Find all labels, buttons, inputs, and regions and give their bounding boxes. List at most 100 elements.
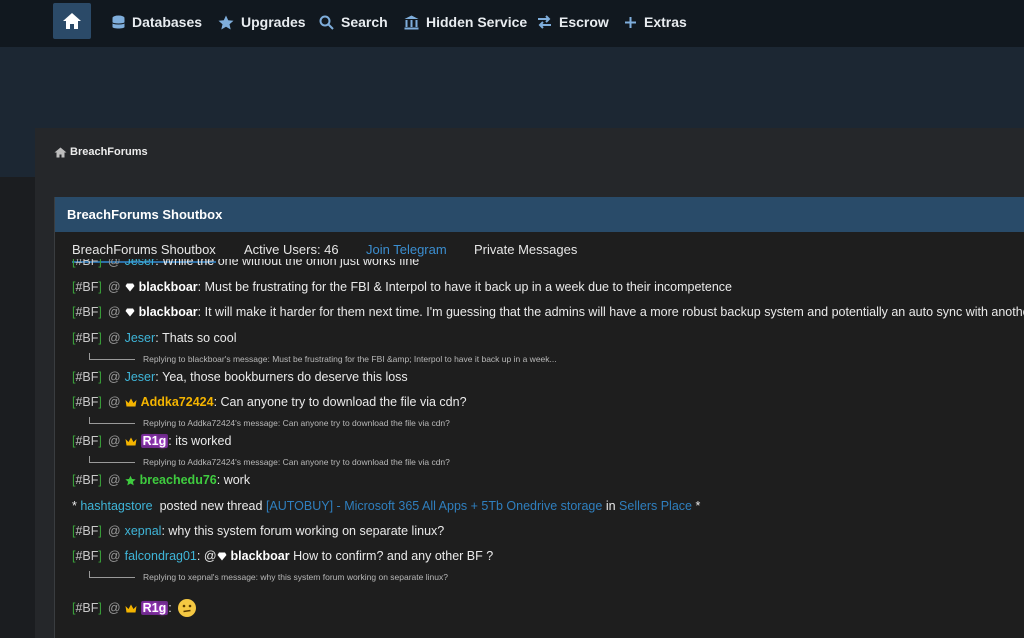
message-text: work bbox=[223, 473, 251, 487]
forum-tag[interactable]: [#BF] bbox=[72, 331, 102, 345]
thread-link[interactable]: [AUTOBUY] - Microsoft 365 All Apps + 5Tb… bbox=[266, 499, 602, 513]
system-in: in bbox=[605, 499, 616, 513]
nav-hidden-service-label: Hidden Service bbox=[426, 14, 528, 30]
shoutbox-title: BreachForums Shoutbox bbox=[55, 197, 1024, 232]
list-item: [#BF] @ xepnal: why this system forum wo… bbox=[72, 524, 445, 538]
message-text: While the one without the onion just wor… bbox=[162, 259, 420, 268]
mention-at: @ bbox=[107, 305, 121, 319]
nav-databases-label: Databases bbox=[132, 14, 203, 30]
shoutbox: BreachForums Shoutbox BreachForums Shout… bbox=[54, 197, 1024, 638]
forum-tag[interactable]: [#BF] bbox=[72, 395, 102, 409]
crown-icon bbox=[125, 398, 137, 406]
list-item: [#BF] @ Jeser: Thats so cool bbox=[72, 331, 237, 345]
mention-at: @ bbox=[107, 331, 121, 345]
reply-text: Replying to blackboar's message: Must be… bbox=[143, 354, 557, 364]
nav-escrow[interactable]: Escrow bbox=[537, 12, 609, 32]
list-item: [#BF] @ Addka72424: Can anyone try to do… bbox=[72, 395, 467, 409]
username[interactable]: falcondrag01 bbox=[125, 549, 197, 563]
forum-tag[interactable]: [#BF] bbox=[72, 549, 102, 563]
mention-at: @ bbox=[107, 549, 121, 563]
nav-search-label: Search bbox=[341, 14, 388, 30]
forum-tag[interactable]: [#BF] bbox=[72, 370, 102, 384]
home-icon bbox=[54, 147, 67, 157]
database-icon bbox=[112, 15, 125, 28]
reply-text: Replying to xepnal's message: why this s… bbox=[143, 572, 448, 582]
list-item: [#BF] @ R1g: its worked bbox=[72, 434, 232, 448]
mention-at: @ bbox=[107, 280, 121, 294]
tab-join-telegram[interactable]: Join Telegram bbox=[366, 242, 447, 257]
mention-at: @ bbox=[203, 549, 217, 563]
message-text: Thats so cool bbox=[162, 331, 237, 345]
forum-tag[interactable]: [#BF] bbox=[72, 524, 102, 538]
message-text: why this system forum working on separat… bbox=[168, 524, 445, 538]
forum-tag[interactable]: [#BF] bbox=[72, 280, 102, 294]
reply-text: Replying to Addka72424's message: Can an… bbox=[143, 457, 450, 467]
reply-quote: Replying to Addka72424's message: Can an… bbox=[89, 456, 450, 467]
mention-at: @ bbox=[107, 601, 121, 615]
breadcrumb-label: BreachForums bbox=[70, 146, 148, 158]
list-item: [#BF] @ blackboar: It will make it harde… bbox=[72, 305, 1024, 319]
forum-tag[interactable]: [#BF] bbox=[72, 601, 102, 615]
tab-private-messages[interactable]: Private Messages bbox=[474, 242, 577, 257]
forum-tag[interactable]: [#BF] bbox=[72, 305, 102, 319]
diamond-icon bbox=[217, 552, 227, 560]
message-text: How to confirm? and any other BF ? bbox=[293, 549, 494, 563]
star-icon bbox=[218, 15, 234, 29]
system-star: * bbox=[72, 499, 77, 513]
message-text: Yea, those bookburners do deserve this l… bbox=[162, 370, 408, 384]
forum-tag[interactable]: [#BF] bbox=[72, 259, 102, 268]
reply-connector bbox=[89, 417, 135, 424]
forum-link[interactable]: Sellers Place bbox=[619, 499, 692, 513]
star-icon bbox=[124, 475, 136, 485]
nav-upgrades[interactable]: Upgrades bbox=[218, 12, 306, 32]
list-item: * hashtagstore posted new thread [AUTOBU… bbox=[72, 499, 700, 513]
message-text: Can anyone try to download the file via … bbox=[220, 395, 467, 409]
mention-at: @ bbox=[107, 395, 121, 409]
nav-hidden-service[interactable]: Hidden Service bbox=[404, 12, 527, 32]
reply-text: Replying to Addka72424's message: Can an… bbox=[143, 418, 450, 428]
message-list: [#BF] @ Jeser: While the one without the… bbox=[55, 259, 1024, 638]
breadcrumb[interactable]: BreachForums bbox=[54, 146, 148, 158]
username[interactable]: Jeser bbox=[125, 259, 156, 268]
username[interactable]: xepnal bbox=[125, 524, 162, 538]
forum-tag[interactable]: [#BF] bbox=[72, 434, 102, 448]
crown-icon bbox=[125, 604, 137, 612]
mentioned-user[interactable]: blackboar bbox=[231, 549, 290, 563]
confused-emoji-icon bbox=[177, 599, 196, 617]
home-button[interactable] bbox=[53, 3, 91, 39]
nav-upgrades-label: Upgrades bbox=[241, 14, 306, 30]
nav-escrow-label: Escrow bbox=[559, 14, 609, 30]
message-text: It will make it harder for them next tim… bbox=[204, 305, 1024, 319]
forum-tag[interactable]: [#BF] bbox=[72, 473, 102, 487]
system-text: posted new thread bbox=[159, 499, 263, 513]
list-item: [#BF] @ R1g: bbox=[72, 599, 196, 617]
username[interactable]: R1g bbox=[140, 434, 169, 448]
nav-search[interactable]: Search bbox=[319, 12, 388, 32]
username[interactable]: hashtagstore bbox=[80, 499, 152, 513]
plus-icon bbox=[625, 16, 636, 28]
username[interactable]: Jeser bbox=[125, 331, 156, 345]
shoutbox-tabs: BreachForums Shoutbox Active Users: 46 J… bbox=[55, 232, 1024, 263]
username[interactable]: breachedu76 bbox=[140, 473, 217, 487]
system-star: * bbox=[695, 499, 701, 513]
mention-at: @ bbox=[107, 370, 121, 384]
tab-active-users[interactable]: Active Users: 46 bbox=[244, 242, 339, 257]
list-item: [#BF] @ falcondrag01: @ blackboar How to… bbox=[72, 549, 494, 563]
username[interactable]: Jeser bbox=[125, 370, 156, 384]
username[interactable]: blackboar bbox=[139, 280, 198, 294]
username[interactable]: blackboar bbox=[139, 305, 198, 319]
username[interactable]: Addka72424 bbox=[141, 395, 214, 409]
list-item: [#BF] @ breachedu76: work bbox=[72, 473, 251, 487]
reply-connector bbox=[89, 353, 135, 360]
username[interactable]: R1g bbox=[140, 601, 169, 615]
reply-quote: Replying to xepnal's message: why this s… bbox=[89, 571, 448, 582]
crown-icon bbox=[125, 437, 137, 445]
list-item: [#BF] @ Jeser: While the one without the… bbox=[72, 259, 419, 268]
nav-databases[interactable]: Databases bbox=[112, 12, 202, 32]
reply-connector bbox=[89, 456, 135, 463]
message-text: Must be frustrating for the FBI & Interp… bbox=[204, 280, 732, 294]
nav-extras-label: Extras bbox=[644, 14, 687, 30]
reply-quote: Replying to blackboar's message: Must be… bbox=[89, 353, 557, 364]
nav-extras[interactable]: Extras bbox=[624, 12, 687, 32]
reply-connector bbox=[89, 571, 135, 578]
